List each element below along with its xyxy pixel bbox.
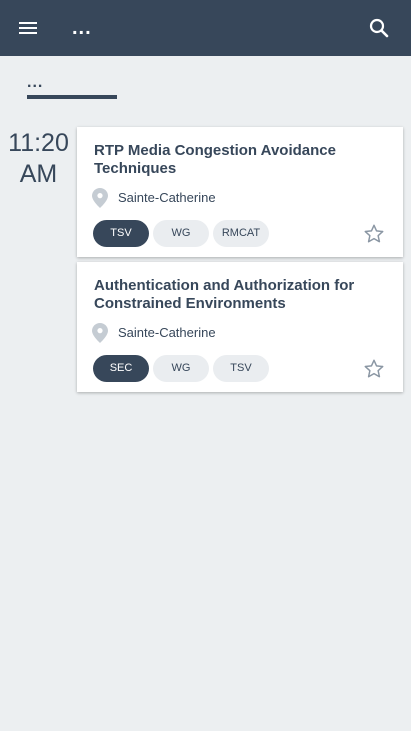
tag-chip[interactable]: RMCAT bbox=[213, 220, 269, 247]
location-pin-icon bbox=[92, 188, 108, 208]
session-title: RTP Media Congestion Avoidance Technique… bbox=[94, 142, 336, 177]
tag-chip[interactable]: TSV bbox=[213, 355, 269, 382]
search-button[interactable] bbox=[359, 8, 399, 48]
tab-day[interactable]: ... bbox=[27, 70, 117, 100]
tab-indicator bbox=[27, 95, 117, 99]
favorite-star-icon[interactable] bbox=[363, 358, 385, 380]
tag-chip[interactable]: TSV bbox=[93, 220, 149, 247]
favorite-star-icon[interactable] bbox=[363, 223, 385, 245]
session-title: Authentication and Authorization for Con… bbox=[94, 277, 355, 312]
time-period: AM bbox=[19, 160, 58, 188]
app-title: ... bbox=[72, 17, 92, 39]
tag-chip[interactable]: WG bbox=[153, 355, 209, 382]
tag-chip[interactable]: WG bbox=[153, 220, 209, 247]
session-card[interactable]: RTP Media Congestion Avoidance Technique… bbox=[77, 127, 403, 257]
tag-chip[interactable]: SEC bbox=[93, 355, 149, 382]
time-hour: 11:20 bbox=[8, 129, 69, 157]
app-root: ... ... 11:20 AM RTP Media Congestion Av… bbox=[0, 0, 411, 731]
menu-icon bbox=[19, 22, 37, 34]
search-icon bbox=[369, 18, 389, 38]
session-card[interactable]: Authentication and Authorization for Con… bbox=[77, 262, 403, 392]
location-pin-icon bbox=[92, 323, 108, 343]
time-slot-label: 11:20 AM bbox=[0, 128, 77, 190]
session-location: Sainte-Catherine bbox=[118, 190, 216, 205]
menu-button[interactable] bbox=[8, 8, 48, 48]
session-location: Sainte-Catherine bbox=[118, 325, 216, 340]
app-bar: ... bbox=[0, 0, 411, 56]
tab-label: ... bbox=[27, 74, 44, 91]
